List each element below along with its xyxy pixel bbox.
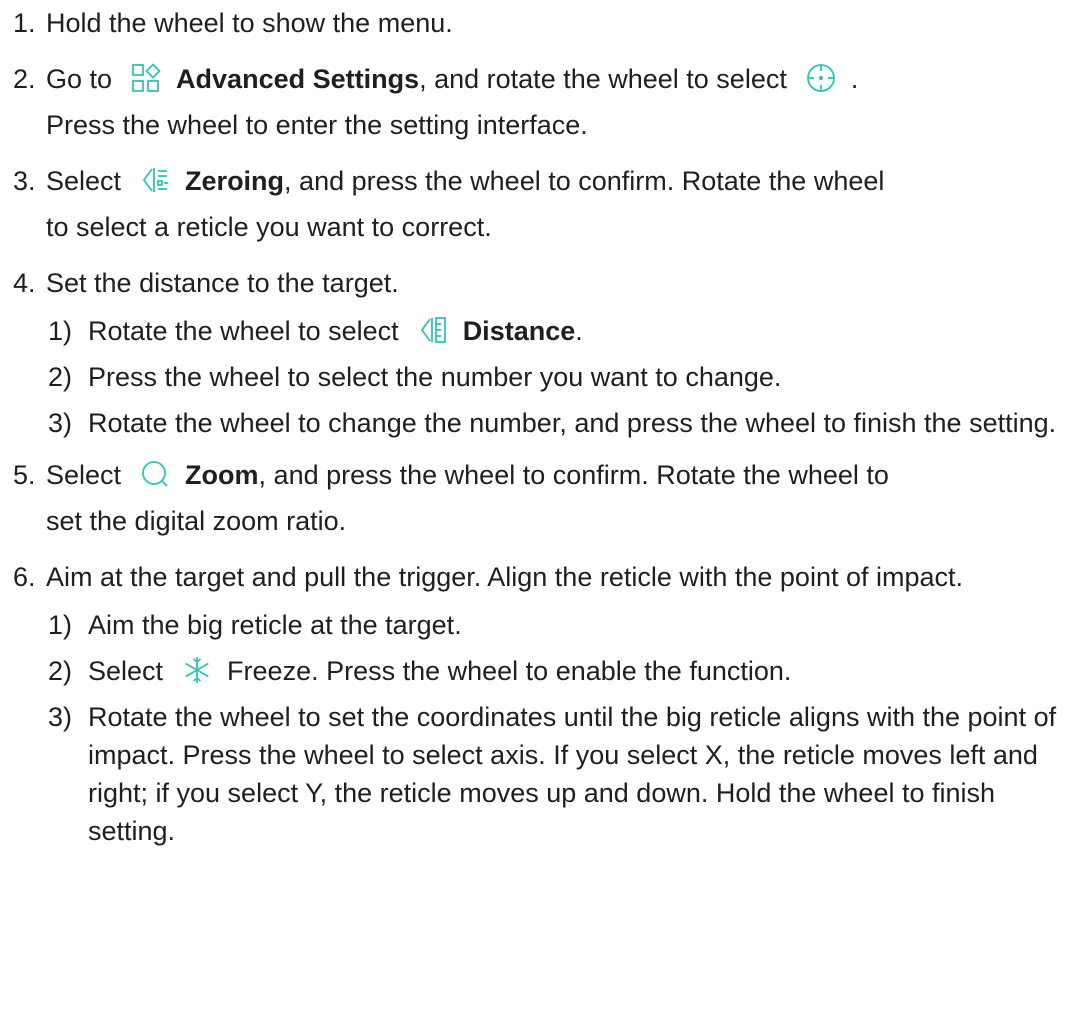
sub-step-text-pre: Rotate the wheel to select <box>88 316 399 346</box>
sub-step-number: 1) <box>48 316 73 346</box>
advanced-settings-label: Advanced Settings <box>176 64 420 94</box>
step-text-post: , and press the wheel to confirm. Rotate… <box>258 460 889 490</box>
step-2: 2. Go to Advanced Settings, and rotate t… <box>13 56 1063 148</box>
sub-step-text: Rotate the wheel to set the coordinates … <box>88 702 1057 846</box>
step-4: 4. Set the distance to the target. 1) Ro… <box>13 260 1063 442</box>
sub-step-1: 1) Rotate the wheel to select Distance. <box>48 312 1063 350</box>
reticle-crosshair-icon <box>805 62 837 94</box>
sub-step-text-post: . <box>575 316 583 346</box>
step-text-pre: Go to <box>46 64 113 94</box>
sub-step-text: Aim the big reticle at the target. <box>88 610 462 640</box>
step-text-line2: to select a reticle you want to correct. <box>46 212 492 242</box>
step-text-post: . <box>850 64 859 94</box>
instruction-list: 1. Hold the wheel to show the menu. 2. G… <box>13 0 1063 860</box>
sub-step-number: 2) <box>48 362 73 392</box>
zoom-label: Zoom <box>185 460 259 490</box>
sub-step-text: Press the wheel to select the number you… <box>88 362 782 392</box>
distance-icon <box>417 314 449 346</box>
zeroing-icon <box>139 164 171 196</box>
sub-step-2: 2) Press the wheel to select the number … <box>48 358 1063 396</box>
step-number: 4. <box>13 268 36 298</box>
step-number: 3. <box>13 166 36 196</box>
step-text-line2: Press the wheel to enter the setting int… <box>46 110 588 140</box>
sub-step-text-post: Freeze. Press the wheel to enable the fu… <box>227 656 792 686</box>
sub-step-number: 2) <box>48 656 73 686</box>
sub-step-list: 1) Rotate the wheel to select Distance. … <box>48 312 1063 442</box>
step-text-pre: Select <box>46 460 122 490</box>
step-text-pre: Select <box>46 166 122 196</box>
step-5: 5. Select Zoom, and press the wheel to c… <box>13 452 1063 544</box>
step-6: 6. Aim at the target and pull the trigge… <box>13 554 1063 850</box>
advanced-settings-icon <box>130 62 162 94</box>
sub-step-number: 1) <box>48 610 73 640</box>
distance-label: Distance <box>462 316 576 346</box>
sub-step-text-pre: Select <box>88 656 164 686</box>
step-number: 5. <box>13 460 36 490</box>
step-text: Set the distance to the target. <box>46 268 399 298</box>
sub-step-1: 1) Aim the big reticle at the target. <box>48 606 1063 644</box>
step-text-mid: , and rotate the wheel to select <box>419 64 787 94</box>
step-text-post: , and press the wheel to confirm. Rotate… <box>284 166 885 196</box>
step-number: 2. <box>13 64 36 94</box>
freeze-icon <box>181 654 213 686</box>
step-3: 3. Select Zeroing, and press the wheel t… <box>13 158 1063 250</box>
step-text: Hold the wheel to show the menu. <box>46 8 453 38</box>
step-text-line2: set the digital zoom ratio. <box>46 506 347 536</box>
zoom-icon <box>139 458 171 490</box>
sub-step-3: 3) Rotate the wheel to set the coordinat… <box>48 698 1063 850</box>
sub-step-text: Rotate the wheel to change the number, a… <box>88 408 1057 438</box>
sub-step-3: 3) Rotate the wheel to change the number… <box>48 404 1063 442</box>
sub-step-2: 2) Select Freeze. Press the wheel to ena… <box>48 652 1063 690</box>
zeroing-label: Zeroing <box>185 166 285 196</box>
step-number: 1. <box>13 8 36 38</box>
sub-step-list: 1) Aim the big reticle at the target. 2)… <box>48 606 1063 850</box>
step-1: 1. Hold the wheel to show the menu. <box>13 0 1063 46</box>
sub-step-number: 3) <box>48 702 73 732</box>
step-text: Aim at the target and pull the trigger. … <box>46 562 964 592</box>
sub-step-number: 3) <box>48 408 73 438</box>
step-number: 6. <box>13 562 36 592</box>
